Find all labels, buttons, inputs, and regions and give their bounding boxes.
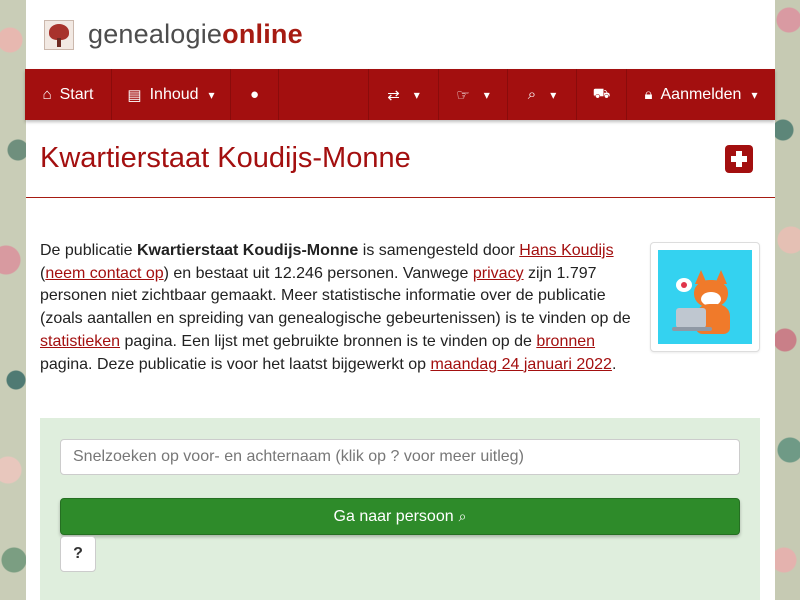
search-icon: ⌕ [458,508,467,524]
nav-inhoud[interactable]: ▤ Inhoud ▾ [112,69,231,120]
language-icon: ⇄ [387,86,400,104]
intro-text: De publicatie [40,242,137,259]
author-link[interactable]: Hans Koudijs [519,242,613,259]
brand-name-prefix: genealogie [88,19,223,49]
floral-background-right [775,0,800,600]
nav-language[interactable]: ⇄ ▾ [369,69,439,120]
intro-text: ) en bestaat uit 12.246 personen. Vanweg… [163,264,473,282]
tree-logo-icon [44,19,74,50]
page-title: Kwartierstaat Koudijs-Monne [40,142,411,174]
home-icon: ⌂ [42,86,52,103]
brand-name: genealogieonline [88,19,303,50]
search-icon: ⌕ [527,86,537,103]
hand-pointer-icon: ☞ [456,86,470,104]
nav-search[interactable]: ⌕ ▾ [508,69,577,120]
quick-search-panel: Ga naar persoon ⌕ ? [40,418,760,600]
title-row: Kwartierstaat Koudijs-Monne [26,120,775,198]
main-navbar: ⌂ Start ▤ Inhoud ▾ ● ⇄ ▾ ☞ ▾ ⌕ ▾ ⛟ 🔒︎ Aa [25,69,775,120]
statistics-link[interactable]: statistieken [40,333,120,350]
brand-name-suffix: online [222,19,303,49]
contact-link[interactable]: neem contact op [45,265,163,282]
laptop-base [672,327,712,331]
heart-bubble-icon [676,278,692,292]
search-help-button[interactable]: ? [60,536,96,572]
last-updated-link[interactable]: maandag 24 januari 2022 [430,356,611,373]
nav-share[interactable]: ☞ ▾ [439,69,508,120]
privacy-link[interactable]: privacy [473,265,524,282]
add-button[interactable] [725,145,753,173]
intro-text: pagina. Deze publicatie is voor het laat… [40,355,431,373]
nav-inhoud-label: Inhoud [149,85,199,103]
cart-icon: ⛟ [592,85,611,101]
nav-login[interactable]: 🔒︎ Aanmelden ▾ [627,69,775,120]
nav-start[interactable]: ⌂ Start [25,69,112,120]
laptop-icon [676,308,706,328]
go-to-person-button[interactable]: Ga naar persoon ⌕ [60,498,740,535]
publication-intro: De publicatie Kwartierstaat Koudijs-Monn… [40,240,640,376]
intro-text: is samengesteld door [358,242,520,259]
nav-spacer [279,69,369,120]
chevron-down-icon: ▾ [751,87,758,102]
chevron-down-icon: ▾ [208,87,215,102]
floral-background-left [0,0,26,600]
intro-text: . [611,355,617,373]
chevron-down-icon: ▾ [483,87,490,102]
lock-icon: 🔒︎ [644,86,653,103]
author-avatar [658,250,752,344]
quick-search-input[interactable] [60,439,740,475]
book-icon: ▤ [127,86,142,104]
chevron-down-icon: ▾ [413,87,420,102]
page-container: genealogieonline ⌂ Start ▤ Inhoud ▾ ● ⇄ … [25,0,775,600]
intro-text: pagina. Een lijst met gebruikte bronnen … [120,332,537,350]
nav-cart[interactable]: ⛟ [577,69,627,120]
brand-header[interactable]: genealogieonline [26,0,775,69]
sources-link[interactable]: bronnen [536,333,595,350]
comments-icon: ● [249,86,260,103]
nav-forum[interactable]: ● [231,69,279,120]
nav-login-label: Aanmelden [660,85,742,103]
nav-start-label: Start [59,85,94,103]
go-to-person-label: Ga naar persoon [333,507,454,525]
author-avatar-card[interactable] [650,242,760,352]
publication-name: Kwartierstaat Koudijs-Monne [136,242,359,259]
chevron-down-icon: ▾ [550,87,557,102]
